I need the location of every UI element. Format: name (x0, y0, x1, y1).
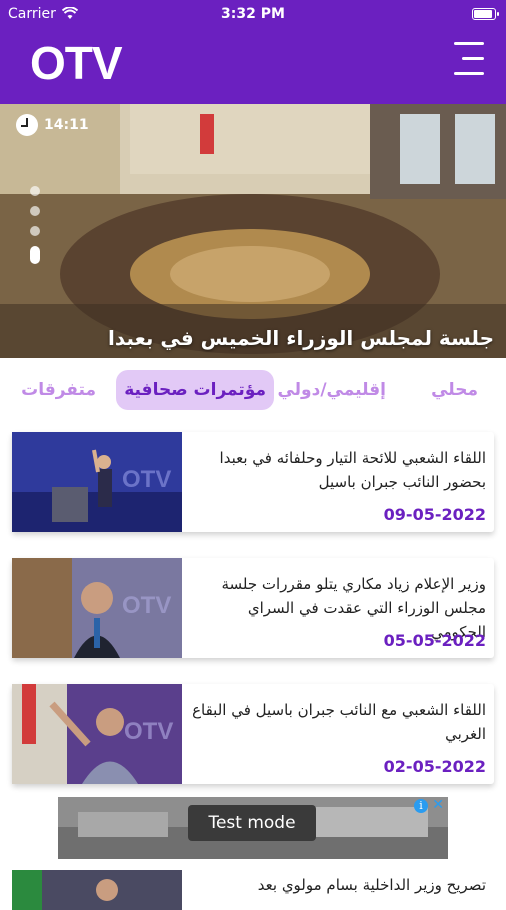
article-title: اللقاء الشعبي للائحة التيار وحلفائه في ب… (219, 449, 486, 491)
hero-time-label: 14:11 (44, 117, 89, 133)
article-thumbnail: OTV (12, 432, 182, 532)
category-tabs: محلي إقليمي/دولي مؤتمرات صحافية متفرقات (0, 366, 506, 412)
otv-logo[interactable]: OTV (30, 36, 123, 90)
svg-text:OTV: OTV (124, 718, 173, 745)
article-thumbnail (12, 870, 182, 910)
ad-banner[interactable]: i ✕ Test mode (58, 797, 448, 859)
article-card[interactable]: OTV اللقاء الشعبي للائحة التيار وحلفائه … (12, 432, 494, 532)
article-card[interactable]: تصريح وزير الداخلية بسام مولوي بعد (12, 870, 494, 910)
slider-dot-active[interactable] (30, 246, 40, 264)
article-date: 05-05-2022 (383, 631, 486, 650)
tab-regional-international[interactable]: إقليمي/دولي (277, 370, 386, 410)
clock-icon (16, 114, 38, 136)
article-card[interactable]: OTV اللقاء الشعبي مع النائب جبران باسيل … (12, 684, 494, 784)
ad-info-icon[interactable]: i (414, 799, 428, 813)
svg-text:OTV: OTV (122, 466, 171, 493)
hero-image (0, 104, 506, 358)
hero-slider[interactable]: 14:11 جلسة لمجلس الوزراء الخميس في بعبدا (0, 104, 506, 358)
hero-title[interactable]: جلسة لمجلس الوزراء الخميس في بعبدا (108, 326, 494, 350)
tab-local[interactable]: محلي (431, 370, 478, 410)
slider-dot[interactable] (30, 186, 40, 196)
slider-dot[interactable] (30, 206, 40, 216)
battery-icon (472, 8, 499, 20)
article-date: 09-05-2022 (383, 505, 486, 524)
article-thumbnail: OTV (12, 558, 182, 658)
svg-text:OTV: OTV (122, 592, 171, 619)
ad-test-mode-label: Test mode (188, 805, 316, 841)
hero-timestamp: 14:11 (16, 114, 89, 136)
article-card[interactable]: OTV وزير الإعلام زياد مكاري يتلو مقررات … (12, 558, 494, 658)
app-header: OTV (0, 30, 506, 104)
tab-miscellaneous[interactable]: متفرقات (21, 370, 96, 410)
tab-press-conferences[interactable]: مؤتمرات صحافية (116, 370, 274, 410)
clock-time: 3:32 PM (221, 6, 285, 22)
article-date: 02-05-2022 (383, 757, 486, 776)
article-title: تصريح وزير الداخلية بسام مولوي بعد (257, 876, 486, 894)
slider-pagination[interactable] (30, 186, 40, 274)
article-title: اللقاء الشعبي مع النائب جبران باسيل في ا… (192, 701, 486, 743)
slider-dot[interactable] (30, 226, 40, 236)
ad-close-icon[interactable]: ✕ (432, 797, 444, 813)
article-thumbnail: OTV (12, 684, 182, 784)
status-bar: Carrier 3:32 PM (0, 0, 506, 30)
hamburger-menu-icon[interactable] (450, 40, 484, 76)
